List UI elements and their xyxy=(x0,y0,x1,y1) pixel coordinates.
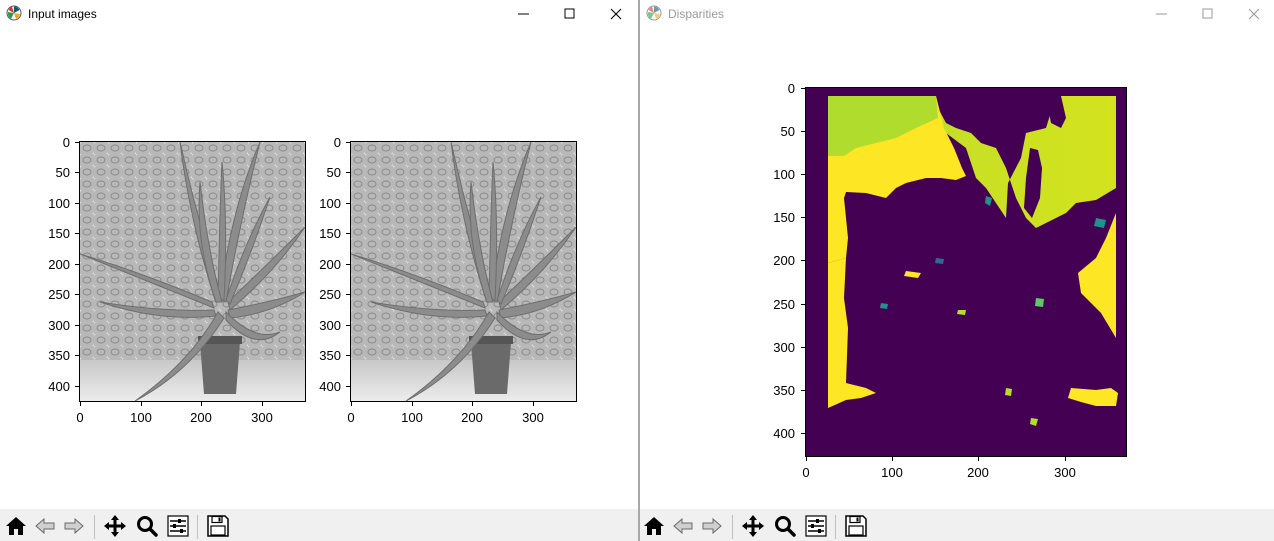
x-tick-label: 0 xyxy=(802,465,810,480)
y-tick-label: 50 xyxy=(780,124,795,139)
x-tick-label: 100 xyxy=(130,410,152,425)
matplotlib-icon xyxy=(646,5,662,21)
pan-icon xyxy=(104,515,126,537)
matplotlib-icon xyxy=(6,5,22,21)
y-tick-label: 0 xyxy=(333,135,341,150)
save-icon xyxy=(207,515,229,537)
y-tick-label: 250 xyxy=(48,287,70,302)
save-button[interactable] xyxy=(204,512,232,540)
zoom-button[interactable] xyxy=(771,512,799,540)
y-tick-label: 100 xyxy=(319,196,341,211)
save-icon xyxy=(845,515,867,537)
y-tick-label: 350 xyxy=(773,383,795,398)
y-tick-label: 150 xyxy=(319,226,341,241)
pan-icon xyxy=(742,515,764,537)
home-button[interactable] xyxy=(2,512,30,540)
maximize-icon xyxy=(564,8,575,19)
right-image-frame xyxy=(350,141,577,402)
disparities-window: Disparities 0 50 100 150 200 250 300 350… xyxy=(640,0,1274,541)
y-tick-label: 100 xyxy=(773,167,795,182)
home-icon xyxy=(6,517,26,535)
maximize-icon xyxy=(1202,8,1213,19)
y-tick-label: 200 xyxy=(48,257,70,272)
x-tick-label: 100 xyxy=(881,465,903,480)
x-tick-label: 300 xyxy=(522,410,544,425)
navigation-toolbar xyxy=(0,509,638,541)
y-tick-label: 400 xyxy=(48,379,70,394)
zoom-icon xyxy=(775,516,796,537)
y-tick-label: 250 xyxy=(773,297,795,312)
back-arrow-icon xyxy=(673,517,693,535)
y-tick-label: 300 xyxy=(48,318,70,333)
home-button[interactable] xyxy=(640,512,668,540)
configure-subplots-button[interactable] xyxy=(802,512,830,540)
y-tick-label: 350 xyxy=(48,348,70,363)
x-tick-label: 100 xyxy=(401,410,423,425)
zoom-button[interactable] xyxy=(133,512,161,540)
y-tick-label: 300 xyxy=(319,318,341,333)
y-tick-label: 100 xyxy=(48,196,70,211)
y-tick-label: 400 xyxy=(319,379,341,394)
x-tick-label: 0 xyxy=(347,410,355,425)
x-tick-label: 0 xyxy=(76,410,84,425)
toolbar-separator xyxy=(732,515,733,539)
configure-subplots-icon xyxy=(167,515,189,537)
save-button[interactable] xyxy=(842,512,870,540)
configure-subplots-button[interactable] xyxy=(164,512,192,540)
window-title: Input images xyxy=(28,7,97,21)
window-title: Disparities xyxy=(668,7,725,21)
y-tick-label: 200 xyxy=(319,257,341,272)
input-images-window: Input images 0 50 100 150 200 250 300 35… xyxy=(0,0,638,541)
y-tick-label: 200 xyxy=(773,253,795,268)
y-tick-label: 300 xyxy=(773,340,795,355)
y-tick-label: 400 xyxy=(773,426,795,441)
maximize-button[interactable] xyxy=(547,0,593,28)
toolbar-separator xyxy=(94,515,95,539)
x-tick-label: 200 xyxy=(190,410,212,425)
maximize-button[interactable] xyxy=(1185,0,1231,28)
y-tick-label: 0 xyxy=(62,135,70,150)
back-button[interactable] xyxy=(31,512,59,540)
close-icon xyxy=(1248,8,1260,20)
minimize-button[interactable] xyxy=(501,0,547,28)
home-icon xyxy=(644,517,664,535)
back-arrow-icon xyxy=(35,517,55,535)
close-icon xyxy=(610,8,622,20)
y-tick-label: 50 xyxy=(326,165,341,180)
back-button[interactable] xyxy=(669,512,697,540)
y-tick-label: 250 xyxy=(319,287,341,302)
forward-button[interactable] xyxy=(60,512,88,540)
minimize-icon xyxy=(1156,13,1167,15)
toolbar-separator xyxy=(835,515,836,539)
y-tick-label: 50 xyxy=(55,165,70,180)
title-bar[interactable]: Disparities xyxy=(640,0,1274,28)
x-tick-label: 200 xyxy=(967,465,989,480)
navigation-toolbar xyxy=(640,509,1274,541)
left-image-frame xyxy=(79,141,306,402)
configure-subplots-icon xyxy=(805,515,827,537)
forward-arrow-icon xyxy=(64,517,84,535)
title-bar[interactable]: Input images xyxy=(0,0,638,28)
y-tick-label: 150 xyxy=(48,226,70,241)
x-tick-label: 300 xyxy=(1054,465,1076,480)
disparity-frame xyxy=(805,87,1127,457)
x-tick-label: 200 xyxy=(461,410,483,425)
close-button[interactable] xyxy=(1231,0,1274,28)
zoom-icon xyxy=(137,516,158,537)
pan-button[interactable] xyxy=(739,512,767,540)
y-tick-label: 350 xyxy=(319,348,341,363)
forward-button[interactable] xyxy=(698,512,726,540)
close-button[interactable] xyxy=(593,0,638,28)
toolbar-separator xyxy=(197,515,198,539)
forward-arrow-icon xyxy=(702,517,722,535)
minimize-button[interactable] xyxy=(1139,0,1185,28)
x-tick-label: 300 xyxy=(251,410,273,425)
minimize-icon xyxy=(518,13,529,15)
pan-button[interactable] xyxy=(101,512,129,540)
y-tick-label: 150 xyxy=(773,210,795,225)
y-tick-label: 0 xyxy=(787,81,795,96)
